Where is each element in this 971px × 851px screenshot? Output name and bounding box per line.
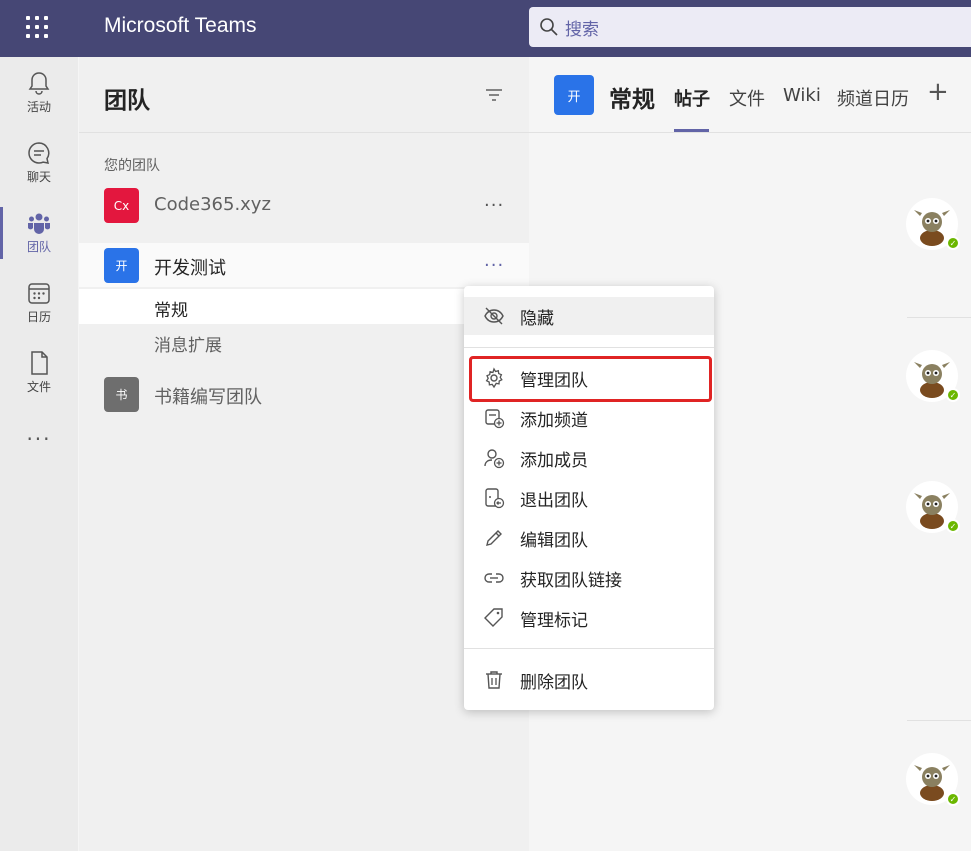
menu-divider bbox=[464, 347, 714, 348]
link-icon bbox=[484, 573, 504, 583]
file-icon bbox=[31, 350, 48, 375]
chat-icon bbox=[28, 141, 50, 164]
rail-item-chat[interactable]: 聊天 bbox=[0, 129, 78, 195]
channel-avatar: 开 bbox=[554, 75, 594, 115]
app-launcher-icon[interactable] bbox=[24, 14, 50, 40]
panel-title: 团队 bbox=[104, 88, 150, 114]
bell-icon bbox=[28, 71, 50, 95]
eye-hidden-icon bbox=[484, 307, 504, 325]
menu-item-add-member[interactable]: 添加成员 bbox=[464, 439, 714, 477]
teams-panel: 团队 您的团队 Cx Code365.xyz ··· 开 开发测试 ··· 常规… bbox=[79, 57, 529, 851]
pencil-icon bbox=[486, 530, 502, 546]
presence-available-icon: ✓ bbox=[946, 519, 960, 533]
channel-header: 开 常规 帖子 文件 Wiki 频道日历 + bbox=[529, 57, 971, 133]
rail-label: 活动 bbox=[26, 99, 51, 114]
gear-icon bbox=[485, 367, 503, 389]
menu-item-leave-team[interactable]: 退出团队 bbox=[464, 479, 714, 517]
team-context-menu: 隐藏 管理团队 添加频道 添加成员 退出团队 编辑团队 获取团队链接 管理标记 … bbox=[464, 286, 714, 710]
menu-item-manage-team[interactable]: 管理团队 bbox=[464, 359, 714, 397]
menu-item-hide[interactable]: 隐藏 bbox=[464, 297, 714, 335]
active-tab-indicator bbox=[674, 129, 709, 132]
filter-icon[interactable] bbox=[484, 85, 504, 105]
search-placeholder: 搜索 bbox=[565, 19, 599, 40]
menu-item-manage-tags[interactable]: 管理标记 bbox=[464, 599, 714, 637]
add-tab-icon[interactable]: + bbox=[927, 77, 949, 107]
rail-label: 文件 bbox=[26, 379, 51, 394]
search-box[interactable]: 搜索 bbox=[529, 7, 971, 47]
more-options-icon[interactable]: ··· bbox=[484, 195, 504, 216]
menu-item-delete-team[interactable]: 删除团队 bbox=[464, 661, 714, 699]
menu-label: 删除团队 bbox=[520, 672, 588, 693]
presence-available-icon: ✓ bbox=[946, 792, 960, 806]
team-name: 书籍编写团队 bbox=[154, 387, 262, 408]
add-member-icon bbox=[484, 449, 505, 469]
more-apps-icon[interactable]: ··· bbox=[0, 427, 78, 451]
menu-item-get-link[interactable]: 获取团队链接 bbox=[464, 559, 714, 597]
menu-label: 退出团队 bbox=[520, 490, 588, 511]
channel-item-general[interactable]: 常规 bbox=[79, 289, 529, 324]
rail-item-activity[interactable]: 活动 bbox=[0, 59, 78, 125]
menu-item-add-channel[interactable]: 添加频道 bbox=[464, 399, 714, 437]
menu-divider bbox=[464, 648, 714, 649]
teams-icon bbox=[28, 213, 50, 234]
leave-team-icon bbox=[485, 488, 505, 509]
message-divider bbox=[907, 720, 971, 721]
team-avatar: Cx bbox=[104, 188, 139, 223]
team-row-code365[interactable]: Cx Code365.xyz ··· bbox=[79, 183, 529, 227]
menu-label: 管理团队 bbox=[520, 370, 588, 391]
add-channel-icon bbox=[485, 409, 505, 429]
team-avatar: 开 bbox=[104, 248, 139, 283]
presence-available-icon: ✓ bbox=[946, 388, 960, 402]
presence-available-icon: ✓ bbox=[946, 236, 960, 250]
channel-name: 常规 bbox=[154, 301, 188, 321]
team-name: 开发测试 bbox=[154, 258, 226, 279]
calendar-icon bbox=[28, 282, 50, 304]
trash-icon bbox=[486, 671, 502, 689]
top-bar: Microsoft Teams 搜索 bbox=[0, 0, 971, 57]
message-divider bbox=[907, 317, 971, 318]
tab-wiki[interactable]: Wiki bbox=[783, 85, 821, 106]
channel-name: 消息扩展 bbox=[154, 336, 222, 356]
tab-channel-calendar[interactable]: 频道日历 bbox=[837, 85, 909, 111]
menu-label: 添加成员 bbox=[520, 450, 588, 471]
team-name: Code365.xyz bbox=[154, 194, 271, 215]
section-label: 您的团队 bbox=[104, 158, 160, 174]
rail-label: 日历 bbox=[26, 309, 51, 324]
menu-label: 编辑团队 bbox=[520, 530, 588, 551]
team-row-book-writing[interactable]: 书 书籍编写团队 bbox=[79, 372, 529, 416]
channel-title: 常规 bbox=[609, 87, 655, 113]
tab-files[interactable]: 文件 bbox=[729, 85, 765, 111]
app-title: Microsoft Teams bbox=[104, 14, 257, 37]
panel-header: 团队 bbox=[79, 57, 529, 133]
menu-label: 添加频道 bbox=[520, 410, 588, 431]
channel-item-message-extension[interactable]: 消息扩展 bbox=[79, 324, 529, 359]
search-icon bbox=[540, 18, 558, 36]
menu-label: 获取团队链接 bbox=[520, 570, 622, 591]
tab-posts[interactable]: 帖子 bbox=[674, 85, 710, 111]
menu-label: 管理标记 bbox=[520, 610, 588, 631]
rail-item-teams[interactable]: 团队 bbox=[0, 199, 78, 265]
menu-label: 隐藏 bbox=[520, 308, 554, 329]
rail-label: 团队 bbox=[26, 239, 51, 254]
app-rail: 活动 聊天 团队 日历 文件 ··· bbox=[0, 57, 78, 851]
team-avatar: 书 bbox=[104, 377, 139, 412]
more-options-icon[interactable]: ··· bbox=[484, 255, 504, 276]
team-row-dev-test[interactable]: 开 开发测试 ··· bbox=[79, 243, 529, 287]
rail-item-calendar[interactable]: 日历 bbox=[0, 269, 78, 335]
rail-label: 聊天 bbox=[26, 169, 51, 184]
rail-item-files[interactable]: 文件 bbox=[0, 339, 78, 405]
menu-item-edit-team[interactable]: 编辑团队 bbox=[464, 519, 714, 557]
tag-icon bbox=[484, 608, 503, 627]
